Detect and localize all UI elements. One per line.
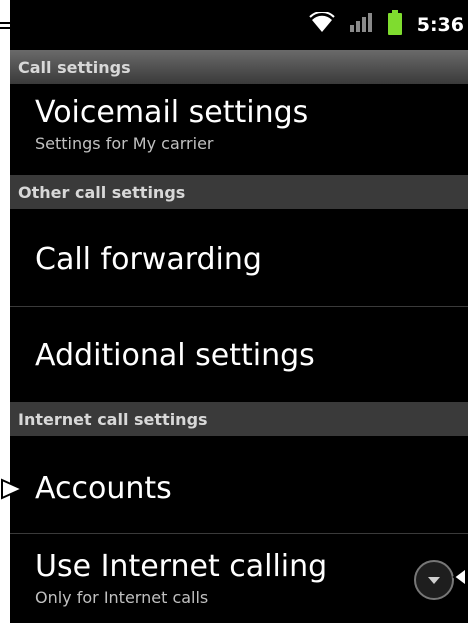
section-header-other-call-settings: Other call settings — [10, 175, 468, 209]
battery-icon — [387, 10, 403, 40]
use-internet-calling-item[interactable]: Use Internet calling Only for Internet c… — [10, 549, 468, 608]
additional-settings-item[interactable]: Additional settings — [10, 339, 468, 373]
voicemail-settings-item[interactable]: Voicemail settings Settings for My carri… — [10, 95, 468, 154]
item-title: Accounts — [35, 471, 172, 506]
section-header-internet-call-settings: Internet call settings — [10, 402, 468, 436]
status-bar: 5:36 — [10, 0, 468, 50]
item-title: Call forwarding — [35, 242, 262, 277]
signal-icon — [349, 13, 373, 37]
internet-calling-dropdown-button[interactable] — [414, 560, 454, 600]
divider — [10, 533, 468, 534]
item-title: Additional settings — [35, 338, 315, 373]
section-header-label: Other call settings — [18, 182, 186, 202]
annotation-arrow-dropdown — [452, 566, 467, 588]
item-title: Voicemail settings — [35, 95, 309, 130]
section-header-label: Call settings — [18, 57, 131, 77]
divider — [10, 306, 468, 307]
call-forwarding-item[interactable]: Call forwarding — [10, 243, 468, 277]
item-title: Use Internet calling — [35, 549, 328, 584]
phone-screen: 5:36 Call settings Voicemail settings Se… — [10, 0, 468, 623]
item-subtitle: Settings for My carrier — [35, 134, 214, 153]
accounts-item[interactable]: Accounts — [10, 472, 468, 506]
annotation-arrow-accounts — [1, 478, 25, 500]
status-time: 5:36 — [416, 14, 464, 36]
item-subtitle: Only for Internet calls — [35, 588, 209, 607]
section-header-call-settings: Call settings — [10, 50, 468, 84]
section-header-label: Internet call settings — [18, 409, 208, 429]
wifi-icon — [309, 11, 335, 38]
chevron-down-icon — [428, 577, 440, 584]
